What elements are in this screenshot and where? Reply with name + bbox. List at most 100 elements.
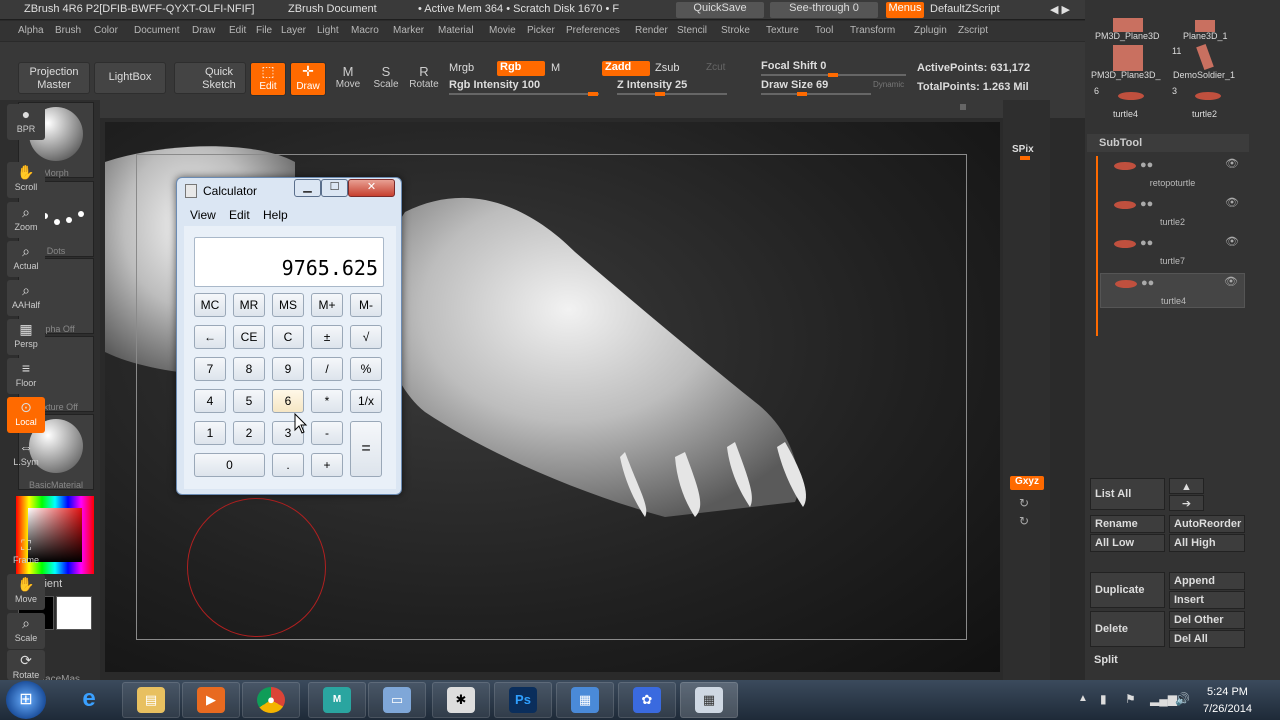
calc-menu-help[interactable]: Help [263, 208, 288, 222]
menu-texture[interactable]: Texture [766, 25, 799, 36]
menu-layer[interactable]: Layer [281, 25, 306, 36]
calc-menu-edit[interactable]: Edit [229, 208, 250, 222]
menu-edit[interactable]: Edit [229, 25, 246, 36]
taskbar-flower[interactable]: ✿ [618, 682, 676, 718]
key-6[interactable]: 6 [272, 389, 304, 413]
move-view-button[interactable]: ✋ Move [7, 574, 45, 610]
key-0[interactable]: 0 [194, 453, 265, 477]
all-high-button[interactable]: All High [1169, 534, 1245, 552]
spix-knob[interactable] [1020, 156, 1030, 160]
key-ms[interactable]: MS [272, 293, 304, 317]
visibility-toggle-icon[interactable]: ●● [1140, 159, 1153, 171]
key-m-minus[interactable]: M- [350, 293, 382, 317]
draw-size-knob[interactable] [797, 92, 807, 96]
floor-button[interactable]: ≡ Floor [7, 358, 45, 394]
delete-button[interactable]: Delete [1090, 611, 1165, 647]
default-zscript-button[interactable]: DefaultZScript [930, 3, 1000, 15]
show-hidden-icons-icon[interactable]: ▲ [1078, 693, 1088, 704]
menu-stroke[interactable]: Stroke [721, 25, 750, 36]
key-reciprocal[interactable]: 1/x [350, 389, 382, 413]
calc-menu-view[interactable]: View [190, 208, 216, 222]
signal-icon[interactable]: ▂▄▆ [1150, 692, 1177, 706]
key-backspace[interactable]: ← [194, 325, 226, 349]
rotate-axis-2-icon[interactable]: ↻ [1019, 514, 1029, 528]
start-button[interactable]: ⊞ [6, 681, 46, 719]
rgb-intensity-track[interactable] [449, 93, 599, 95]
key-8[interactable]: 8 [233, 357, 265, 381]
key-5[interactable]: 5 [233, 389, 265, 413]
rename-button[interactable]: Rename [1090, 515, 1165, 533]
dynamic-toggle[interactable]: Dynamic [873, 80, 904, 89]
subtool-item-selected[interactable]: ●● 👁 turtle4 [1100, 273, 1245, 308]
aahalf-button[interactable]: ⌕ AAHalf [7, 280, 45, 316]
all-low-button[interactable]: All Low [1090, 534, 1165, 552]
spix-slider[interactable]: SPix [1012, 144, 1034, 155]
volume-icon[interactable]: 🔊 [1175, 692, 1190, 706]
taskbar-chrome[interactable]: ● [242, 682, 300, 718]
frame-button[interactable]: ⛶ Frame [7, 535, 45, 571]
visibility-toggle-icon[interactable]: ●● [1141, 277, 1154, 289]
rotate-button[interactable]: R Rotate [406, 64, 442, 90]
zcut-button[interactable]: Zcut [706, 62, 725, 73]
key-decimal[interactable]: . [272, 453, 304, 477]
key-c[interactable]: C [272, 325, 304, 349]
bpr-button[interactable]: ● BPR [7, 104, 45, 140]
menu-picker[interactable]: Picker [527, 25, 555, 36]
close-button[interactable]: ✕ [348, 179, 395, 197]
key-multiply[interactable]: * [311, 389, 343, 413]
menu-macro[interactable]: Macro [351, 25, 379, 36]
key-mr[interactable]: MR [233, 293, 265, 317]
persp-button[interactable]: ▦ Persp [7, 319, 45, 355]
menu-document[interactable]: Document [134, 25, 180, 36]
draw-button[interactable]: ✛ Draw [290, 62, 326, 96]
subtool-item[interactable]: ●● 👁 retopoturtle [1100, 156, 1245, 192]
taskbar-explorer[interactable]: ▤ [122, 682, 180, 718]
focal-shift-slider[interactable]: Focal Shift 0 [761, 60, 826, 72]
edit-button[interactable]: ⬚ Edit [250, 62, 286, 96]
tool-thumb-pm3d-plane3d[interactable] [1113, 18, 1143, 32]
taskbar-window[interactable]: ▭ [368, 682, 426, 718]
key-m-plus[interactable]: M+ [311, 293, 343, 317]
scale-button[interactable]: S Scale [368, 64, 404, 90]
taskbar-calculator[interactable]: ▦ [680, 682, 738, 718]
tool-thumb-turtle4[interactable] [1118, 92, 1144, 100]
minimize-button[interactable]: ▁ [294, 179, 321, 197]
rotate-axis-icon[interactable]: ↻ [1019, 496, 1029, 510]
scroll-button[interactable]: ✋ Scroll [7, 162, 45, 198]
rgb-intensity-knob[interactable] [588, 92, 598, 96]
taskbar-zbrush[interactable]: ✱ [432, 682, 490, 718]
gxyz-button[interactable]: Gxyz [1010, 476, 1044, 490]
subtool-header[interactable]: SubTool [1087, 134, 1249, 152]
menu-preferences[interactable]: Preferences [566, 25, 620, 36]
subtool-item[interactable]: ●● 👁 turtle7 [1100, 234, 1245, 270]
menu-file[interactable]: File [256, 25, 272, 36]
menu-marker[interactable]: Marker [393, 25, 424, 36]
subtool-item[interactable]: ●● 👁 turtle2 [1100, 195, 1245, 231]
lsym-button[interactable]: ⇔ L.Sym [7, 437, 45, 473]
duplicate-button[interactable]: Duplicate [1090, 572, 1165, 608]
taskbar-remote[interactable]: ▦ [556, 682, 614, 718]
key-1[interactable]: 1 [194, 421, 226, 445]
menu-movie[interactable]: Movie [489, 25, 516, 36]
key-plus-minus[interactable]: ± [311, 325, 343, 349]
key-minus[interactable]: - [311, 421, 343, 445]
scale-view-button[interactable]: ⌕ Scale [7, 613, 45, 649]
key-divide[interactable]: / [311, 357, 343, 381]
taskbar-media-player[interactable]: ▶ [182, 682, 240, 718]
lightbox-button[interactable]: LightBox [94, 62, 166, 94]
split-button[interactable]: Split [1090, 652, 1245, 670]
key-7[interactable]: 7 [194, 357, 226, 381]
network-icon[interactable]: ▮ [1100, 692, 1107, 706]
eye-icon[interactable]: 👁 [1224, 275, 1238, 288]
menu-zplugin[interactable]: Zplugin [914, 25, 947, 36]
z-intensity-slider[interactable]: Z Intensity 25 [617, 79, 687, 91]
draw-size-track[interactable] [761, 93, 871, 95]
list-all-button[interactable]: List All [1090, 478, 1165, 510]
key-percent[interactable]: % [350, 357, 382, 381]
draw-size-slider[interactable]: Draw Size 69 [761, 79, 828, 91]
flag-icon[interactable]: ⚑ [1125, 692, 1136, 706]
key-equals[interactable]: = [350, 421, 382, 477]
canvas-corner-handle[interactable] [960, 104, 966, 110]
menu-draw[interactable]: Draw [192, 25, 215, 36]
taskbar-maya[interactable]: M [308, 682, 366, 718]
